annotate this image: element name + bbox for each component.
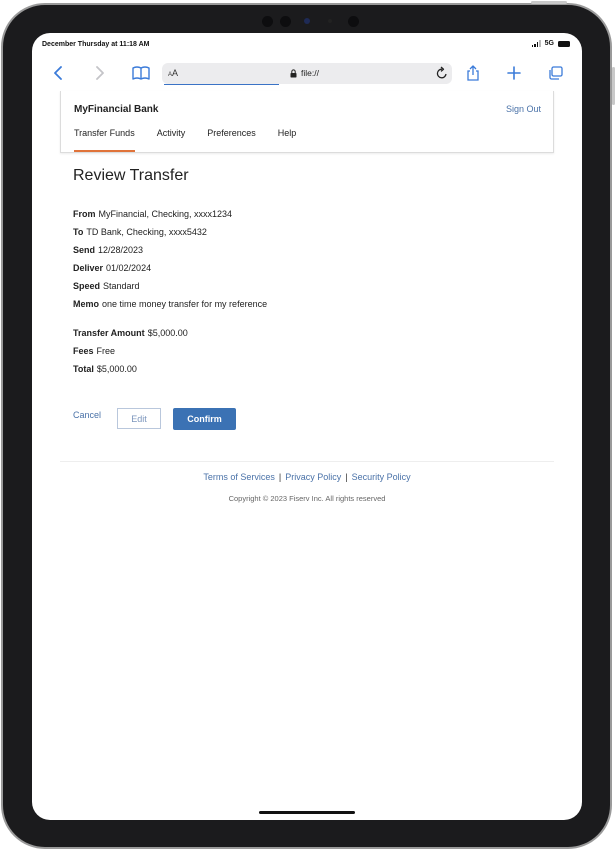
status-time: December Thursday at 11:18 AM [42,41,150,48]
url-display: file:// [290,68,319,78]
status-bar: December Thursday at 11:18 AM 5G [32,33,582,55]
bookmarks-icon[interactable] [130,62,152,84]
tabs-icon[interactable] [544,62,566,84]
share-icon[interactable] [462,62,484,84]
confirm-button[interactable]: Confirm [173,408,236,430]
security-link[interactable]: Security Policy [352,472,411,482]
detail-row-from: From MyFinancial, Checking, xxxx1234 [73,209,233,219]
screen: December Thursday at 11:18 AM 5G AA file… [32,33,582,820]
sign-out-link[interactable]: Sign Out [506,104,541,114]
terms-link[interactable]: Terms of Services [203,472,275,482]
home-indicator[interactable] [259,811,355,814]
tab-activity[interactable]: Activity [157,128,186,152]
camera-bar [262,16,362,28]
cancel-button[interactable]: Cancel [73,410,101,420]
bank-name: MyFinancial Bank [74,104,159,115]
bank-header: MyFinancial Bank Sign Out Transfer Funds… [60,91,554,153]
url-text: file:// [301,68,319,78]
amount-row-total: Total $5,000.00 [73,364,137,374]
detail-row-to: To TD Bank, Checking, xxxx5432 [73,227,207,237]
page-title: Review Transfer [73,167,189,184]
back-icon[interactable] [48,62,70,84]
amount-row-transfer: Transfer Amount $5,000.00 [73,328,188,338]
page-load-progress [164,83,279,85]
detail-row-send: Send 12/28/2023 [73,245,144,255]
detail-row-speed: Speed Standard [73,281,140,291]
new-tab-icon[interactable] [503,62,525,84]
amount-summary: Transfer Amount $5,000.00 Fees Free Total $… [73,324,188,378]
signal-icon [531,40,541,47]
detail-row-memo: Memo one time money transfer for my refer… [73,299,268,309]
privacy-link[interactable]: Privacy Policy [285,472,341,482]
footer-links: Terms of Services | Privacy Policy | Securit… [203,472,411,482]
battery-icon [558,40,570,47]
reload-icon[interactable] [436,66,448,85]
tab-help[interactable]: Help [278,128,297,152]
tab-transfer-funds[interactable]: Transfer Funds [74,128,135,152]
web-content: MyFinancial Bank Sign Out Transfer Funds… [32,91,582,820]
browser-toolbar: AA file:// [32,55,582,91]
main-nav: Transfer Funds Activity Preferences Help [74,128,318,152]
reader-aa-button[interactable]: AA [168,68,178,78]
forward-icon[interactable] [88,62,110,84]
footer-divider [60,461,554,462]
edit-button[interactable]: Edit [117,408,161,429]
lock-icon [290,68,297,77]
amount-row-fees: Fees Free [73,346,116,356]
network-label: 5G [544,40,554,47]
detail-row-deliver: Deliver 01/02/2024 [73,263,152,273]
copyright-text: Copyright © 2023 Fiserv Inc. All rights … [228,494,386,503]
power-button [531,1,567,4]
address-bar[interactable]: AA file:// [162,63,452,85]
transfer-details: From MyFinancial, Checking, xxxx1234 To TD… [73,205,267,313]
tab-preferences[interactable]: Preferences [207,128,256,152]
